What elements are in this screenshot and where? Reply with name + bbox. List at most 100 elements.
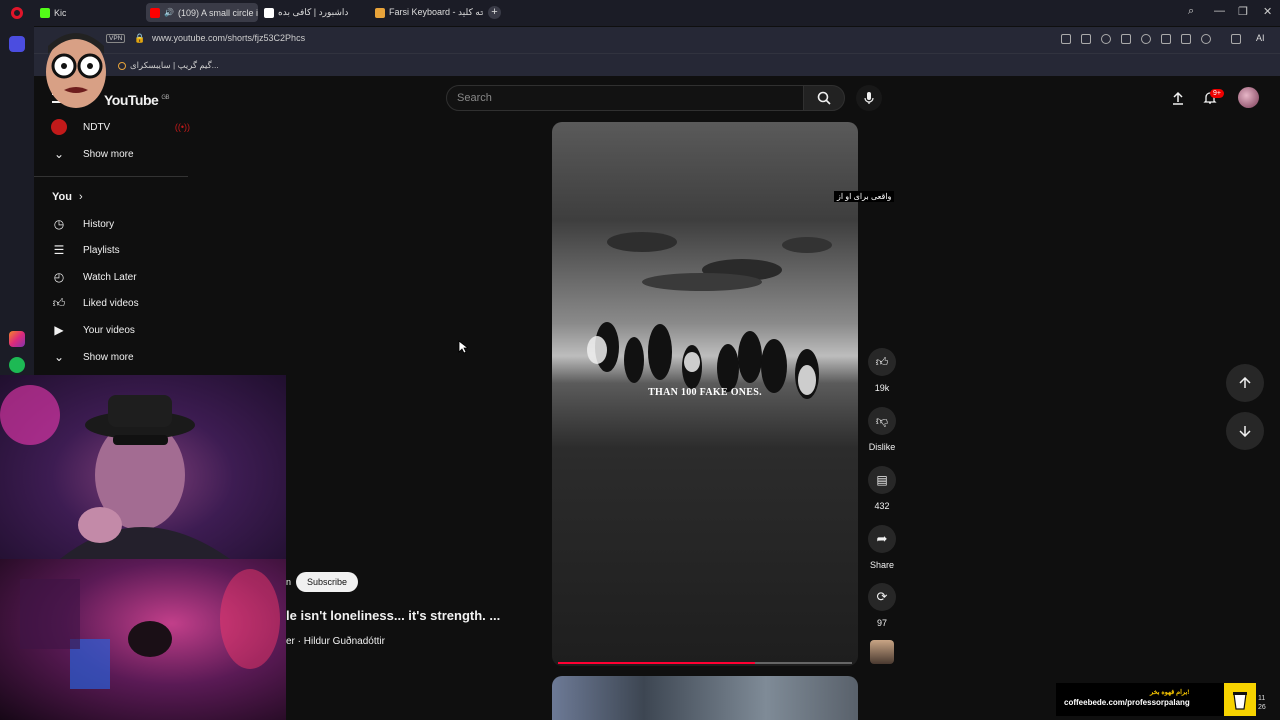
video-progress-bar[interactable]: [558, 662, 852, 664]
sidebar-item-your-videos[interactable]: ▶ Your videos: [50, 317, 190, 343]
sidebar-item-ndtv[interactable]: NDTV ((•)): [50, 114, 190, 140]
profile-icon[interactable]: [1201, 34, 1211, 44]
sidebar-item-playlists[interactable]: ☰ Playlists: [50, 237, 190, 263]
remix-action[interactable]: ⟳ 97: [868, 583, 896, 628]
sidebar-item-label: Show more: [83, 148, 134, 160]
donation-tagline: برام قهوه بخر!: [1150, 689, 1190, 696]
ndtv-avatar-icon: [50, 119, 68, 135]
close-window-button[interactable]: ✕: [1263, 5, 1272, 18]
url-field[interactable]: www.youtube.com/shorts/fjz53C2Phcs: [152, 33, 305, 43]
microphone-icon: [864, 92, 874, 104]
upload-button[interactable]: [1168, 88, 1188, 108]
bookmark-label: گیم گریپ | سایبسکرای...: [130, 60, 219, 70]
browser-tab-strip: Kic 🔊 (109) A small circle is... داشبورد…: [0, 0, 1280, 26]
video-caption: THAN 100 FAKE ONES.: [648, 387, 762, 398]
share-button[interactable]: ➦: [868, 525, 896, 553]
sidebar-item-watch-later[interactable]: ◴ Watch Later: [50, 264, 190, 290]
sidebar-item-label: NDTV: [83, 121, 111, 133]
dislike-label: Dislike: [868, 442, 896, 452]
short-audio-info[interactable]: er · Hildur Guðnadóttir: [286, 636, 385, 647]
sidebar-item-liked-videos[interactable]: 👍︎ Liked videos: [50, 290, 190, 316]
minimize-button[interactable]: —: [1214, 5, 1225, 17]
heart-icon[interactable]: [1141, 34, 1151, 44]
comment-icon: ▤: [876, 473, 888, 487]
history-icon: ◷: [53, 217, 65, 231]
mouse-cursor-icon: [458, 340, 468, 354]
sidebar-you-heading[interactable]: You ›: [52, 191, 83, 203]
like-button[interactable]: 👍︎: [868, 348, 896, 376]
next-short-button[interactable]: [1226, 412, 1264, 450]
webcam-overlay-bottom: [0, 559, 286, 720]
play-icon[interactable]: [1121, 34, 1131, 44]
sound-thumbnail[interactable]: [870, 640, 894, 664]
chevron-down-icon: ⌄: [53, 147, 65, 161]
tab-label: داشبورد | کافی بده: [278, 7, 349, 17]
thumbs-down-icon: 👎︎: [875, 413, 889, 428]
account-avatar[interactable]: [1238, 87, 1259, 108]
donation-banner: برام قهوه بخر! coffeebede.com/professorp…: [1056, 683, 1256, 716]
bookmark-favicon-icon: [118, 61, 126, 70]
aria-ai-button[interactable]: AI: [1256, 33, 1265, 43]
bookmark-item[interactable]: گیم گریپ | سایبسکرای...: [118, 60, 219, 71]
search-button[interactable]: [803, 85, 845, 111]
notification-count-badge: 9+: [1210, 89, 1224, 98]
sidebar-item-label: Liked videos: [83, 297, 139, 309]
restore-button[interactable]: ❐: [1238, 5, 1248, 18]
tab-label: Kic: [54, 7, 66, 18]
lock-icon[interactable]: 🔒: [134, 33, 145, 44]
opera-sidebar: [0, 26, 34, 376]
tab-label: Farsi Keyboard - صفحه کلید: [389, 7, 483, 17]
channel-name[interactable]: n: [286, 577, 291, 587]
tab-kick[interactable]: Kic: [36, 3, 66, 22]
sidebar-item-history[interactable]: ◷ History: [50, 211, 190, 237]
comments-action[interactable]: ▤ 432: [868, 466, 896, 511]
share-action[interactable]: ➦ Share: [868, 525, 896, 570]
like-action[interactable]: 👍︎ 19k: [868, 348, 896, 393]
short-video-player[interactable]: THAN 100 FAKE ONES.: [552, 122, 858, 666]
camera-icon[interactable]: [1081, 34, 1091, 44]
share-arrow-icon: ➦: [876, 531, 888, 546]
remix-button[interactable]: ⟳: [868, 583, 896, 611]
comments-button[interactable]: ▤: [868, 466, 896, 494]
tab-farsi-keyboard[interactable]: Farsi Keyboard - صفحه کلید: [371, 3, 483, 22]
clock-line: 26: [1258, 704, 1266, 711]
page-favicon-icon: [264, 7, 274, 18]
dislike-button[interactable]: 👎︎: [868, 407, 896, 435]
search-tabs-icon[interactable]: ⌕: [1188, 5, 1194, 18]
search-icon: [817, 91, 831, 105]
chevron-right-icon: ›: [79, 191, 83, 203]
donation-url: coffeebede.com/professorpalang: [1064, 698, 1190, 707]
menu-icon[interactable]: [1181, 34, 1191, 44]
opera-logo[interactable]: [11, 7, 23, 19]
streamer-cartoon-avatar: [46, 33, 106, 108]
subscribe-button[interactable]: Subscribe: [296, 572, 359, 592]
search-input[interactable]: Search: [446, 85, 804, 111]
sidebar-show-more-you[interactable]: ⌄ Show more: [50, 344, 190, 370]
previous-short-button[interactable]: [1226, 364, 1264, 402]
upload-icon: [1173, 91, 1183, 105]
keyboard-favicon-icon: [375, 7, 385, 18]
dislike-action[interactable]: 👎︎ Dislike: [868, 407, 896, 452]
sidebar-spotify-icon[interactable]: [9, 357, 25, 373]
tab-youtube[interactable]: 🔊 (109) A small circle is...: [146, 3, 258, 22]
voice-search-button[interactable]: [856, 85, 882, 111]
youtube-favicon-icon: [150, 7, 160, 18]
shield-icon[interactable]: [1101, 34, 1111, 44]
sidebar-instagram-icon[interactable]: [9, 331, 25, 347]
speaker-icon[interactable]: 🔊: [164, 8, 174, 17]
like-count: 19k: [874, 383, 890, 393]
address-bar: VPN 🔒 www.youtube.com/shorts/fjz53C2Phcs…: [34, 27, 1280, 53]
edit-icon[interactable]: [1061, 34, 1071, 44]
clock-line: 11: [1258, 695, 1266, 702]
next-short-preview[interactable]: [552, 676, 858, 720]
short-title[interactable]: le isn't loneliness... it's strength. ..…: [286, 608, 500, 623]
new-tab-button[interactable]: +: [488, 6, 501, 19]
download-icon[interactable]: [1161, 34, 1171, 44]
sidebar-item-label: Show more: [83, 351, 134, 363]
sidebar-show-more-subscriptions[interactable]: ⌄ Show more: [50, 141, 190, 167]
tab-coffeebede[interactable]: داشبورد | کافی بده: [260, 3, 368, 22]
tab-label: (109) A small circle is...: [177, 7, 258, 18]
live-indicator-icon: ((•)): [174, 122, 190, 132]
extension-cube-icon[interactable]: [1231, 34, 1241, 44]
sidebar-speed-dial-icon[interactable]: [9, 36, 25, 52]
